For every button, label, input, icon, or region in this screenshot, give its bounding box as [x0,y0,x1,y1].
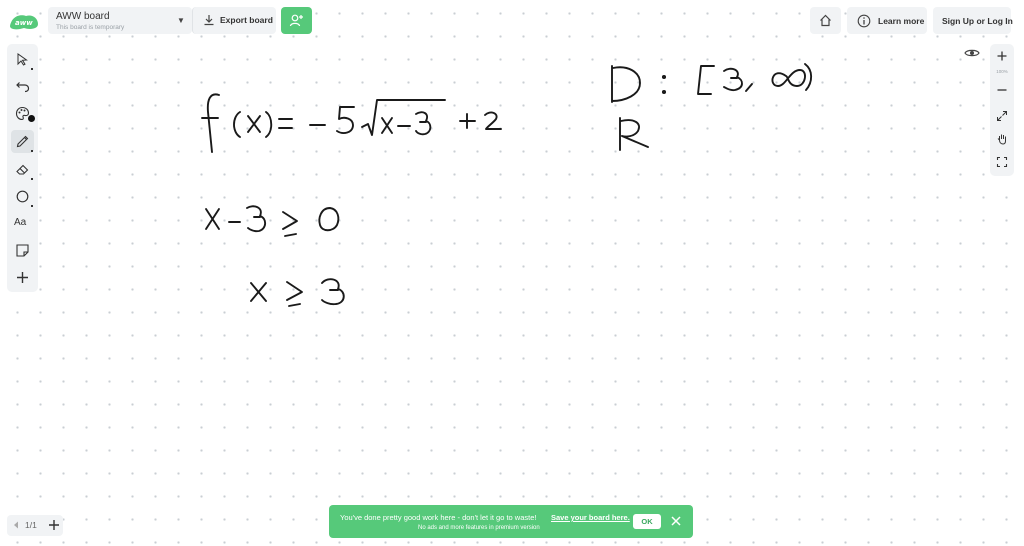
invite-user-button[interactable] [281,7,312,34]
zoom-out-button[interactable] [990,80,1014,100]
handwritten-function [201,93,502,153]
handwritten-inequality-1 [205,205,340,237]
handwritten-inequality-2 [250,278,345,307]
add-tool[interactable] [11,266,34,289]
text-tool[interactable]: Aa [11,212,34,235]
export-board-button[interactable]: Export board [192,7,276,34]
undo-icon [16,82,30,93]
export-board-label: Export board [220,15,273,25]
board-name: AWW board [56,11,110,22]
board-title-dropdown[interactable]: AWW board This board is temporary ▼ [48,7,192,34]
chevron-left-icon[interactable] [12,520,20,530]
notification-subtext: No ads and more features in premium vers… [418,525,540,531]
fullscreen-icon [996,156,1008,168]
current-color-swatch [28,115,35,122]
fullscreen-button[interactable] [990,152,1014,172]
save-board-notification: You've done pretty good work here - don'… [329,505,693,538]
fit-screen-button[interactable] [990,106,1014,126]
info-icon [857,14,871,28]
learn-more-label: Learn more [878,16,925,26]
shape-tool[interactable] [11,185,34,208]
zoom-level: 100% [996,69,1008,74]
zoom-in-button[interactable] [990,46,1014,66]
pen-tool[interactable] [11,130,34,153]
home-icon [820,14,831,27]
select-tool[interactable] [11,48,34,71]
zoom-in-icon [997,51,1007,61]
close-icon[interactable] [670,515,682,527]
learn-more-button[interactable]: Learn more [847,7,927,34]
board-subtitle: This board is temporary [56,24,125,31]
fit-screen-icon [997,111,1007,121]
right-toolbar: 100% [990,44,1014,176]
signup-login-button[interactable]: Sign Up or Log In [933,7,1013,34]
view-toggle-button[interactable] [962,44,982,62]
color-tool[interactable] [11,102,35,125]
aww-logo-icon[interactable]: aww [8,12,40,32]
pan-button[interactable] [990,129,1014,149]
handwritten-range [619,117,649,151]
zoom-out-icon [997,89,1007,91]
text-tool-label: Aa [14,217,27,228]
notification-message: You've done pretty good work here - don'… [340,513,537,522]
plus-icon [17,272,28,283]
chevron-down-icon: ▼ [177,16,185,25]
add-page-icon[interactable] [48,519,60,531]
undo-tool[interactable] [11,75,34,98]
eraser-icon [16,164,29,175]
add-user-icon [289,14,303,27]
left-toolbar: Aa [7,44,38,292]
sticky-note-icon [16,244,29,257]
cursor-icon [17,53,28,66]
eraser-tool[interactable] [11,158,34,181]
handwritten-domain [611,63,813,103]
home-button[interactable] [810,7,841,34]
pencil-icon [16,135,29,148]
download-icon [204,15,214,26]
page-navigator: 1/1 [7,515,63,536]
sticky-note-tool[interactable] [11,239,34,262]
ok-button[interactable]: OK [633,514,661,529]
save-board-link[interactable]: Save your board here. [551,513,630,522]
eye-icon [964,49,980,57]
circle-icon [16,190,29,203]
hand-icon [997,134,1006,145]
whiteboard-canvas[interactable] [0,0,1024,546]
signup-login-label: Sign Up or Log In [942,16,1013,26]
svg-text:aww: aww [15,19,33,27]
page-counter: 1/1 [25,520,37,530]
